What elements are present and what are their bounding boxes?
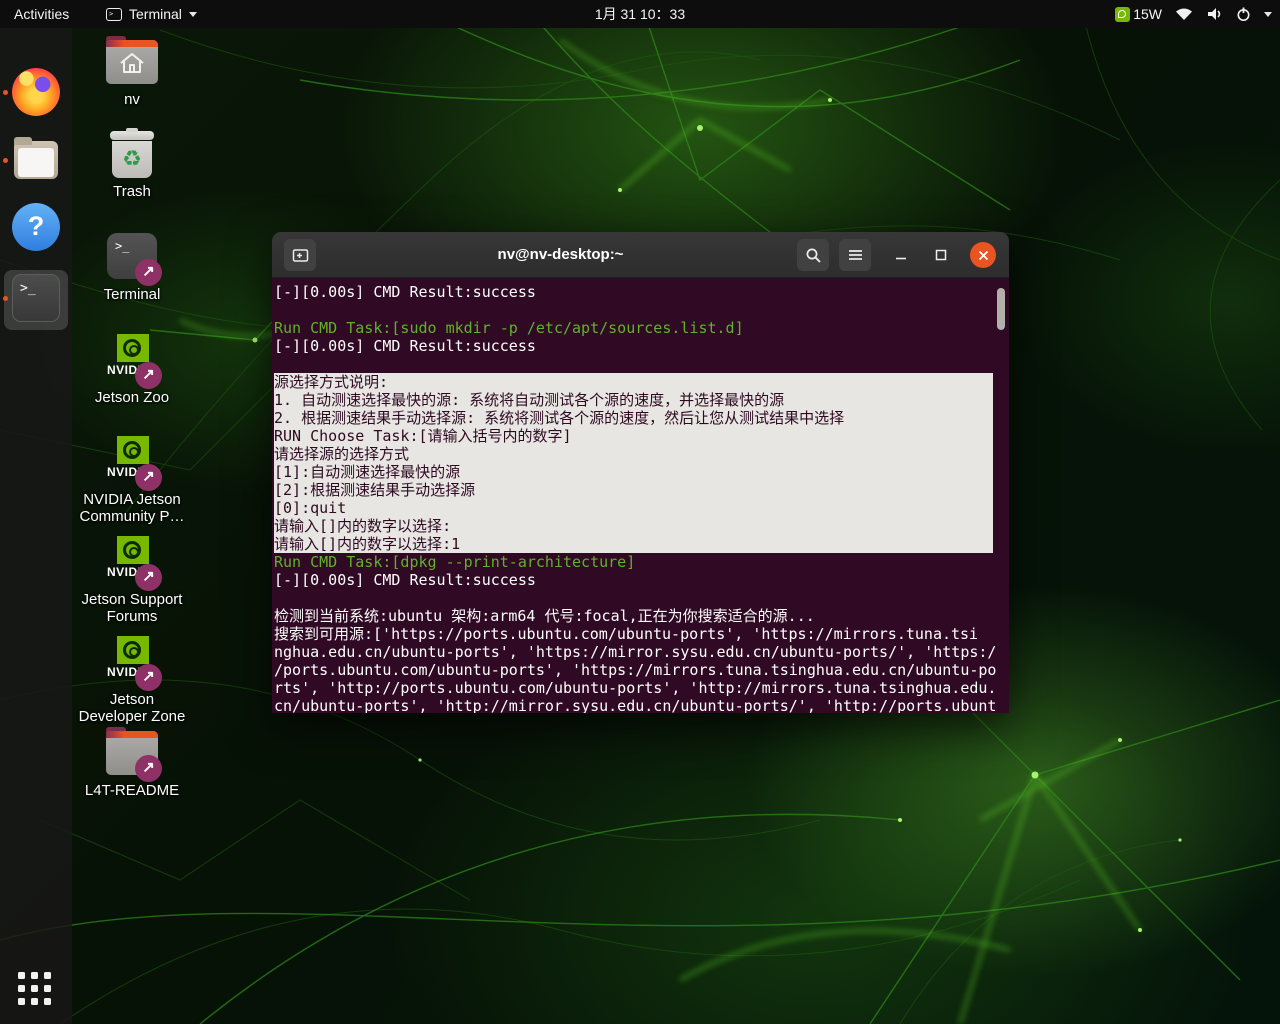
nvidia-icon: NVIDIA ↗ bbox=[104, 536, 160, 588]
terminal-line: 检测到当前系统:ubuntu 架构:arm64 代号:focal,正在为你搜索适… bbox=[274, 607, 1009, 625]
terminal-line: nghua.edu.cn/ubuntu-ports', 'https://mir… bbox=[274, 643, 1009, 661]
desktop-icon-nv-home[interactable]: nv bbox=[76, 36, 188, 108]
desktop-icon-trash[interactable]: ♻ Trash bbox=[76, 128, 188, 200]
close-icon bbox=[978, 250, 989, 261]
nvidia-icon: NVIDIA ↗ bbox=[104, 436, 160, 488]
power-icon bbox=[1236, 7, 1251, 22]
files-icon bbox=[12, 136, 60, 184]
terminal-window: nv@nv-desktop:~ bbox=[272, 232, 1009, 713]
window-titlebar[interactable]: nv@nv-desktop:~ bbox=[272, 232, 1009, 278]
desktop-icon-l4t-readme[interactable]: ↗ L4T-README bbox=[76, 727, 188, 799]
icon-label: NVIDIA Jetson Community P… bbox=[76, 491, 188, 525]
close-button[interactable] bbox=[970, 242, 996, 268]
terminal-line: 2. 根据测速结果手动选择源: 系统将测试各个源的速度，然后让您从测试结果中选择 bbox=[274, 409, 993, 427]
terminal-line: /ports.ubuntu.com/ubuntu-ports', 'https:… bbox=[274, 661, 1009, 679]
dock: ? >_ bbox=[0, 28, 72, 1024]
menu-button[interactable] bbox=[839, 239, 871, 271]
new-tab-icon bbox=[292, 248, 309, 263]
top-bar: Activities > Terminal 1月 31 10：33 15W bbox=[0, 0, 1280, 28]
link-emblem-icon: ↗ bbox=[135, 362, 162, 389]
terminal-line: 请输入[]内的数字以选择:1 bbox=[274, 535, 993, 553]
link-emblem-icon: ↗ bbox=[135, 259, 162, 286]
running-indicator bbox=[3, 90, 8, 95]
terminal-line: cn/ubuntu-ports', 'http://mirror.sysu.ed… bbox=[274, 697, 1009, 713]
wifi-icon bbox=[1175, 7, 1193, 21]
terminal-line bbox=[274, 589, 1009, 607]
icon-label: L4T-README bbox=[85, 782, 179, 799]
nvidia-icon bbox=[1115, 7, 1130, 22]
help-icon: ? bbox=[12, 203, 60, 251]
link-emblem-icon: ↗ bbox=[135, 755, 162, 782]
terminal-icon: >_ bbox=[12, 274, 60, 322]
tray-chevron-down-icon bbox=[1264, 12, 1272, 17]
recycle-icon: ♻ bbox=[122, 146, 142, 171]
search-button[interactable] bbox=[797, 239, 829, 271]
dock-item-terminal[interactable]: >_ bbox=[0, 274, 72, 338]
home-icon bbox=[118, 50, 146, 76]
new-tab-button[interactable] bbox=[284, 239, 316, 271]
terminal-line: [-][0.00s] CMD Result:success bbox=[274, 571, 1009, 589]
desktop-icon-jetson-zoo[interactable]: NVIDIA ↗ Jetson Zoo bbox=[76, 334, 188, 406]
app-menu-label: Terminal bbox=[129, 6, 182, 22]
dock-item-help[interactable]: ? bbox=[0, 203, 72, 267]
desktop-icon-jetson-developer-zone[interactable]: NVIDIA ↗ Jetson Developer Zone bbox=[76, 636, 188, 725]
firefox-icon bbox=[12, 68, 60, 116]
show-applications-button[interactable] bbox=[18, 972, 54, 1008]
scrollbar-thumb[interactable] bbox=[997, 288, 1005, 330]
icon-label: Trash bbox=[113, 183, 151, 200]
minimize-button[interactable] bbox=[885, 239, 917, 271]
nvidia-icon: NVIDIA ↗ bbox=[104, 636, 160, 688]
dock-item-files[interactable] bbox=[0, 136, 72, 200]
running-indicator bbox=[3, 158, 8, 163]
terminal-line: RUN Choose Task:[请输入括号内的数字] bbox=[274, 427, 993, 445]
activities-button[interactable]: Activities bbox=[0, 0, 83, 28]
window-title: nv@nv-desktop:~ bbox=[332, 232, 789, 278]
terminal-line: 请选择源的选择方式 bbox=[274, 445, 993, 463]
terminal-line: [2]:根据测速结果手动选择源 bbox=[274, 481, 993, 499]
nvidia-power-mode: 15W bbox=[1115, 6, 1162, 22]
system-tray[interactable]: 15W bbox=[1115, 0, 1272, 28]
desktop-icon-jetson-support-forums[interactable]: NVIDIA ↗ Jetson Support Forums bbox=[76, 536, 188, 625]
running-indicator bbox=[3, 296, 8, 301]
desktop-screen: Activities > Terminal 1月 31 10：33 15W bbox=[0, 0, 1280, 1024]
link-emblem-icon: ↗ bbox=[135, 664, 162, 691]
maximize-icon bbox=[935, 249, 947, 261]
icon-label: Jetson Support Forums bbox=[76, 591, 188, 625]
terminal-app-icon: > bbox=[106, 8, 122, 21]
terminal-line: 源选择方式说明: bbox=[274, 373, 993, 391]
app-menu-terminal[interactable]: > Terminal bbox=[106, 0, 197, 28]
terminal-line: 1. 自动测速选择最快的源: 系统将自动测试各个源的速度，并选择最快的源 bbox=[274, 391, 993, 409]
terminal-line: Run CMD Task:[dpkg --print-architecture] bbox=[274, 553, 1009, 571]
terminal-output: [-][0.00s] CMD Result:success Run CMD Ta… bbox=[272, 283, 1009, 713]
icon-label: Terminal bbox=[104, 286, 161, 303]
icon-label: Jetson Developer Zone bbox=[76, 691, 188, 725]
desktop-icon-nvidia-jetson-community[interactable]: NVIDIA ↗ NVIDIA Jetson Community P… bbox=[76, 436, 188, 525]
terminal-line: [-][0.00s] CMD Result:success bbox=[274, 283, 1009, 301]
minimize-icon bbox=[895, 249, 907, 261]
terminal-line: [-][0.00s] CMD Result:success bbox=[274, 337, 1009, 355]
power-mode-label: 15W bbox=[1133, 6, 1162, 22]
terminal-line: Run CMD Task:[sudo mkdir -p /etc/apt/sou… bbox=[274, 319, 1009, 337]
trash-icon: ♻ bbox=[107, 128, 157, 180]
dock-item-firefox[interactable] bbox=[0, 68, 72, 132]
link-emblem-icon: ↗ bbox=[135, 464, 162, 491]
terminal-line: [0]:quit bbox=[274, 499, 993, 517]
terminal-line: rts', 'http://ports.ubuntu.com/ubuntu-po… bbox=[274, 679, 1009, 697]
terminal-line: 搜索到可用源:['https://ports.ubuntu.com/ubuntu… bbox=[274, 625, 1009, 643]
desktop-icon-terminal[interactable]: >_ ↗ Terminal bbox=[76, 231, 188, 303]
terminal-line bbox=[274, 355, 1009, 373]
link-emblem-icon: ↗ bbox=[135, 564, 162, 591]
terminal-line: 请输入[]内的数字以选择: bbox=[274, 517, 993, 535]
maximize-button[interactable] bbox=[925, 239, 957, 271]
terminal-content[interactable]: [-][0.00s] CMD Result:success Run CMD Ta… bbox=[272, 278, 1009, 713]
nvidia-icon: NVIDIA ↗ bbox=[104, 334, 160, 386]
terminal-line: [1]:自动测速选择最快的源 bbox=[274, 463, 993, 481]
hamburger-menu-icon bbox=[848, 249, 863, 261]
chevron-down-icon bbox=[189, 12, 197, 17]
terminal-line bbox=[274, 301, 1009, 319]
search-icon bbox=[805, 247, 822, 264]
icon-label: nv bbox=[124, 91, 140, 108]
icon-label: Jetson Zoo bbox=[95, 389, 169, 406]
volume-icon bbox=[1206, 7, 1223, 21]
